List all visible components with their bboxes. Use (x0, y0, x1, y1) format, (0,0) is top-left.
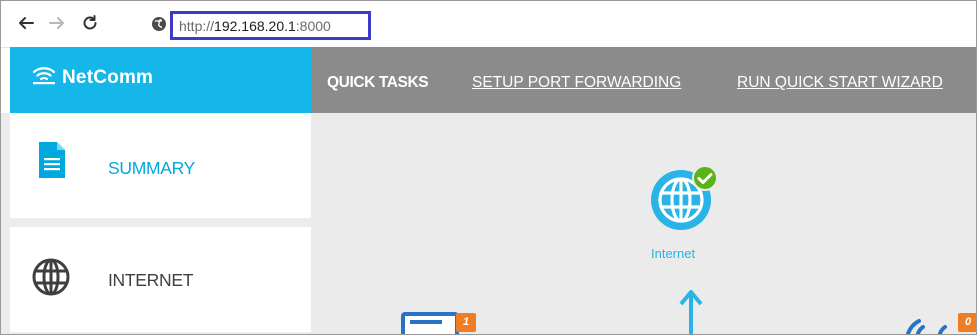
device-count-badge: 1 (456, 313, 476, 332)
url-port: :8000 (295, 17, 331, 34)
quick-tasks-label: QUICK TASKS (327, 74, 429, 91)
top-nav-bar: QUICK TASKS SETUP PORT FORWARDING RUN QU… (311, 47, 976, 113)
setup-port-forwarding-link[interactable]: SETUP PORT FORWARDING (472, 74, 681, 92)
run-quick-start-wizard-link[interactable]: RUN QUICK START WIZARD (737, 74, 943, 92)
brand-name: NetComm (62, 67, 154, 88)
url-host: 192.168.20.1 (214, 17, 296, 34)
connection-arrow-icon (679, 290, 703, 334)
status-check-icon (692, 165, 718, 191)
network-map: Internet 1 0 (311, 113, 976, 334)
document-icon (39, 142, 65, 178)
forward-button[interactable] (46, 12, 68, 34)
sidebar-item-summary[interactable]: SUMMARY (10, 113, 311, 218)
internet-label: Internet (651, 246, 696, 261)
url-scheme: http:// (179, 17, 215, 34)
lan-device-icon[interactable] (401, 306, 461, 335)
wifi-signal-icon[interactable] (895, 315, 955, 335)
browser-toolbar: http://192.168.20.1:8000 (1, 1, 976, 48)
globe-icon (32, 258, 70, 296)
back-button[interactable] (15, 12, 37, 34)
back-arrow-icon (19, 17, 34, 29)
forward-arrow-icon (49, 17, 64, 29)
wifi-count-badge: 0 (958, 313, 976, 332)
internet-node[interactable] (649, 161, 719, 236)
sidebar-item-label: SUMMARY (108, 158, 196, 178)
reload-button[interactable] (79, 12, 101, 34)
screenshot-frame: http://192.168.20.1:8000 NetComm QUICK T… (0, 0, 977, 335)
reload-icon (83, 15, 97, 30)
address-bar[interactable]: http://192.168.20.1:8000 (170, 11, 371, 40)
sidebar-item-label: INTERNET (108, 270, 194, 290)
site-info-icon[interactable] (151, 16, 167, 32)
brand-header[interactable]: NetComm (10, 47, 311, 113)
netcomm-wifi-logo-icon (32, 67, 56, 85)
sidebar: SUMMARY INTERNET (1, 113, 311, 334)
sidebar-item-internet[interactable]: INTERNET (10, 227, 311, 332)
